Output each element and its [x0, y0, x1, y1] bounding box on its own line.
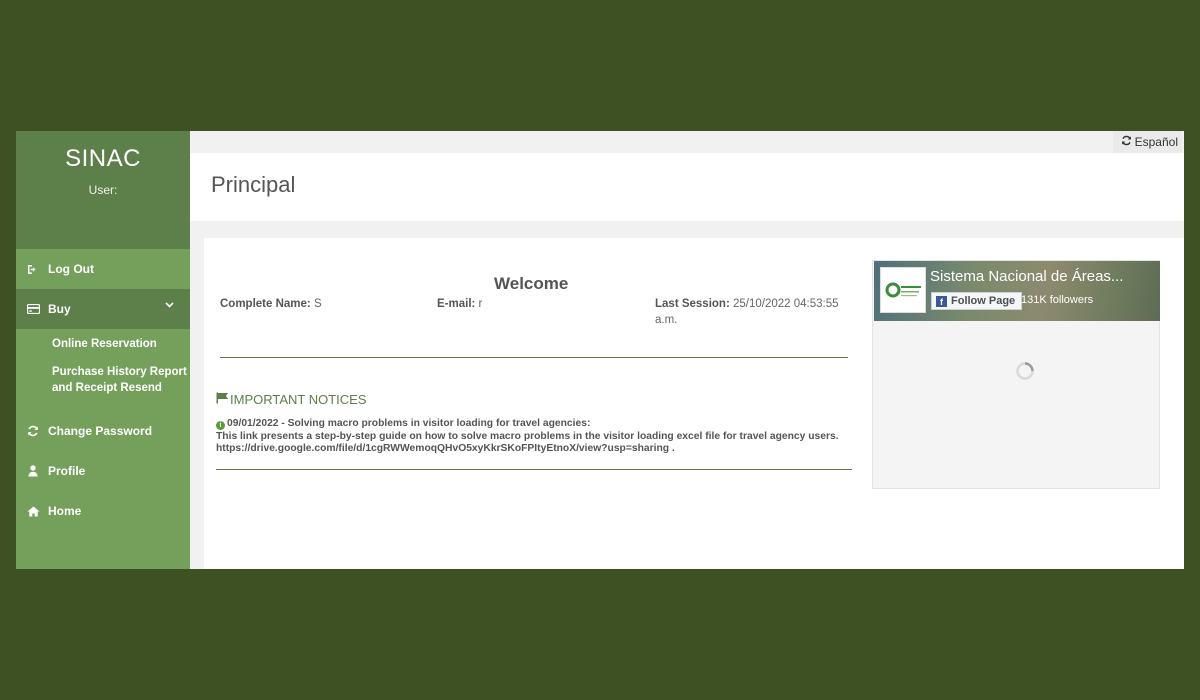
- page-logo[interactable]: [880, 267, 926, 313]
- sidebar-item-label: Profile: [48, 464, 86, 478]
- last-session-label: Last Session:: [655, 298, 730, 310]
- sidebar: SINAC User: Log Out Buy Online Reservati…: [16, 131, 190, 569]
- notice-link[interactable]: https://drive.google.com/file/d/1cgRWWem…: [216, 443, 856, 456]
- flag-icon: [216, 392, 230, 407]
- notice-item: i 09/01/2022 - Solving macro problems in …: [216, 418, 856, 456]
- sidebar-item-change-password[interactable]: Change Password: [16, 411, 190, 451]
- sign-out-icon: [26, 264, 40, 275]
- notices-heading: IMPORTANT NOTICES: [216, 392, 367, 407]
- language-label: Español: [1134, 135, 1178, 149]
- sidebar-subitem-purchase-history[interactable]: Purchase History Report and Receipt Rese…: [52, 364, 188, 396]
- credit-card-icon: [26, 304, 40, 314]
- facebook-page-name[interactable]: Sistema Nacional de Áreas...: [930, 268, 1123, 285]
- sidebar-item-profile[interactable]: Profile: [16, 451, 190, 491]
- divider: [220, 357, 848, 358]
- user-icon: [26, 465, 40, 477]
- sidebar-item-buy[interactable]: Buy: [16, 289, 190, 329]
- main-content: Welcome Complete Name: S E-mail: r Last …: [204, 238, 1184, 569]
- notice-headline-text: 09/01/2022 - Solving macro problems in v…: [227, 418, 591, 429]
- sidebar-brand: SINAC User:: [16, 131, 190, 249]
- sidebar-subitem-online-reservation[interactable]: Online Reservation: [52, 336, 188, 352]
- sidebar-item-home[interactable]: Home: [16, 491, 190, 531]
- follow-page-button[interactable]: f Follow Page: [931, 292, 1023, 310]
- sidebar-item-label: Change Password: [48, 424, 153, 438]
- sidebar-item-label: Buy: [48, 302, 71, 316]
- app-window: SINAC User: Log Out Buy Online Reservati…: [16, 131, 1184, 569]
- chevron-down-icon: [165, 302, 174, 308]
- notice-body: This link presents a step-by-step guide …: [216, 430, 839, 442]
- home-icon: [26, 506, 40, 517]
- facebook-cover-banner: Sistema Nacional de Áreas... f Follow Pa…: [874, 261, 1160, 321]
- language-switch[interactable]: Español: [1112, 131, 1182, 153]
- refresh-icon: [26, 425, 40, 437]
- info-circle-icon: i: [216, 421, 225, 430]
- email-value: r: [478, 298, 483, 310]
- notice-headline: i 09/01/2022 - Solving macro problems in …: [216, 418, 856, 431]
- user-label: User:: [88, 183, 118, 197]
- welcome-heading: Welcome: [494, 274, 569, 293]
- refresh-icon: [1121, 135, 1135, 149]
- spinner-icon: [1015, 361, 1035, 386]
- complete-name-label: Complete Name:: [220, 298, 311, 310]
- email-label: E-mail:: [437, 298, 476, 310]
- follow-page-label: Follow Page: [951, 295, 1016, 307]
- sidebar-item-logout[interactable]: Log Out: [16, 249, 190, 289]
- page-title: Principal: [211, 172, 296, 197]
- followers-count: 131K followers: [1021, 294, 1094, 306]
- facebook-icon: f: [936, 295, 947, 307]
- notices-title: IMPORTANT NOTICES: [230, 392, 367, 407]
- brand-title: SINAC: [65, 145, 141, 172]
- sidebar-item-label: Log Out: [48, 262, 94, 276]
- page-header: Principal: [190, 153, 1184, 221]
- divider: [216, 469, 852, 470]
- complete-name-field: Complete Name: S: [220, 296, 322, 312]
- sidebar-item-label: Home: [48, 504, 82, 518]
- email-field: E-mail: r: [437, 296, 482, 312]
- facebook-page-widget: Sistema Nacional de Áreas... f Follow Pa…: [872, 260, 1160, 489]
- last-session-field: Last Session: 25/10/2022 04:53:55 a.m.: [655, 296, 845, 328]
- complete-name-value: S: [313, 298, 322, 310]
